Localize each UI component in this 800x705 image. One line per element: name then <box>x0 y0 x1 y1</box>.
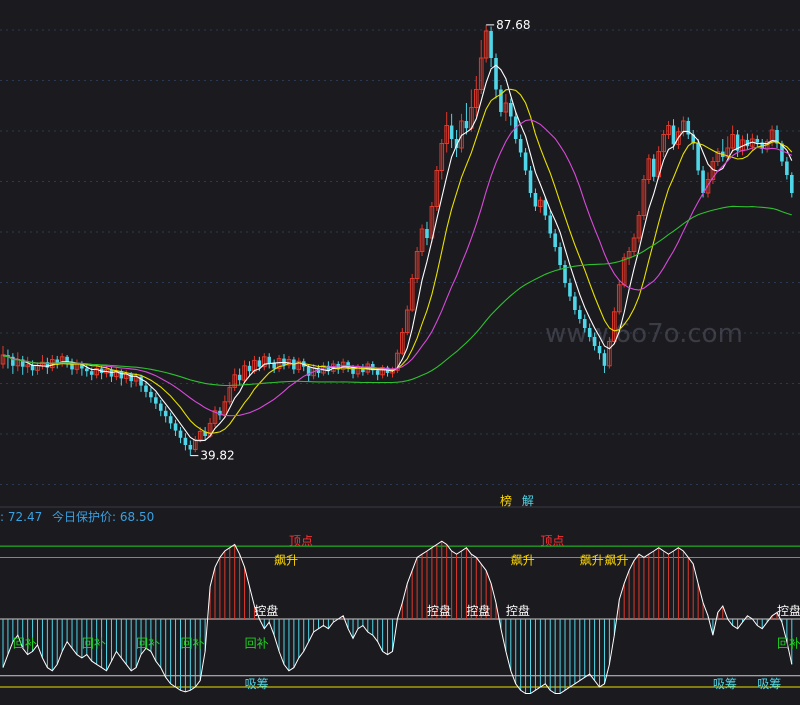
signal-label: 吸筹 <box>757 677 781 691</box>
candle-body <box>375 370 380 375</box>
candle-body <box>494 58 498 90</box>
signal-label: 飙升 <box>511 553 535 568</box>
bang-badge[interactable]: 榜 <box>500 492 512 509</box>
candle-body <box>671 125 676 145</box>
candle-body <box>528 170 533 193</box>
candle-body <box>158 403 163 411</box>
candle-body <box>602 353 607 366</box>
candle-body <box>464 121 469 129</box>
candle-body <box>154 397 158 404</box>
candle-body <box>533 193 538 207</box>
candle-body <box>85 368 89 372</box>
signal-label: 回补 <box>82 636 106 650</box>
candle-body <box>553 233 557 247</box>
candle-body <box>548 215 553 234</box>
candle-body <box>163 410 168 417</box>
candle-body <box>701 170 705 193</box>
jie-badge[interactable]: 解 <box>522 492 534 509</box>
grid <box>0 29 800 485</box>
signal-label: 控盘 <box>466 603 490 618</box>
candle-body <box>558 247 562 265</box>
candle-body <box>183 437 188 445</box>
signal-label: 飙升 <box>604 553 628 568</box>
protect-label: 今日保护价: <box>52 510 117 524</box>
signal-label: 顶点 <box>540 534 564 548</box>
candle-body <box>272 363 276 369</box>
candle-body <box>785 161 789 175</box>
signal-label: 回补 <box>13 636 37 650</box>
candle-body <box>173 423 178 431</box>
candle-body <box>573 296 577 310</box>
indicator-info-bar: : 72.47 今日保护价: 68.50 <box>0 508 154 524</box>
candle-body <box>237 374 242 381</box>
candle-body <box>449 125 454 139</box>
candle-body <box>597 346 602 354</box>
signal-label: 回补 <box>180 636 204 650</box>
signal-label: 回补 <box>245 636 269 650</box>
candle-body <box>149 391 153 398</box>
candle-body <box>247 365 252 372</box>
candle-body <box>508 103 513 117</box>
candle-body <box>89 371 94 375</box>
chart-canvas: www.6o7o.com 87.68 39.82 回补 回补 回补 回补 回补吸筹 控盘 飙升… <box>0 18 800 694</box>
candle-body <box>267 356 272 364</box>
candle-body <box>188 445 193 450</box>
candle-body <box>489 31 493 58</box>
signal-label: 飙升 <box>580 553 604 568</box>
candle-body <box>144 385 148 392</box>
chart-root: { "colors": { "background": "#1a1a1f", "… <box>0 0 800 705</box>
candle-body <box>178 430 183 438</box>
candle-body <box>523 152 528 171</box>
indicator-value: : 72.47 <box>0 510 43 524</box>
candle-body <box>587 328 592 337</box>
candle-body <box>168 416 173 424</box>
candle-body <box>568 283 572 297</box>
candle-body <box>755 139 760 143</box>
candle-body <box>282 358 286 365</box>
candle-body <box>518 139 523 153</box>
candles <box>0 24 794 456</box>
signal-label: 回补 <box>777 636 800 650</box>
signal-label: 吸筹 <box>713 677 737 691</box>
candle-body <box>696 143 700 171</box>
oscillator-levels <box>0 545 800 688</box>
protect-value: 68.50 <box>119 510 155 524</box>
annotation-label: 39.82 <box>200 449 234 463</box>
signal-label: 控盘 <box>506 603 530 618</box>
candle-body <box>592 337 597 346</box>
candle-body <box>651 158 656 177</box>
candle-body <box>257 360 262 367</box>
signal-label: 回补 <box>136 636 160 650</box>
badges: 榜 解 <box>500 492 540 509</box>
signal-label: 控盘 <box>254 603 278 618</box>
annotation-label: 87.68 <box>496 18 530 32</box>
candle-body <box>582 319 587 328</box>
signal-label: 控盘 <box>777 603 800 618</box>
candle-body <box>578 310 582 319</box>
signal-label: 吸筹 <box>245 677 269 691</box>
candle-body <box>425 229 429 238</box>
candle-body <box>543 200 548 216</box>
candle-body <box>790 175 794 193</box>
signal-label: 飙升 <box>274 553 298 568</box>
signal-label: 控盘 <box>427 603 451 618</box>
signal-label: 顶点 <box>289 534 313 548</box>
watermark-text: www.6o7o.com <box>545 319 743 349</box>
candle-body <box>129 373 133 382</box>
